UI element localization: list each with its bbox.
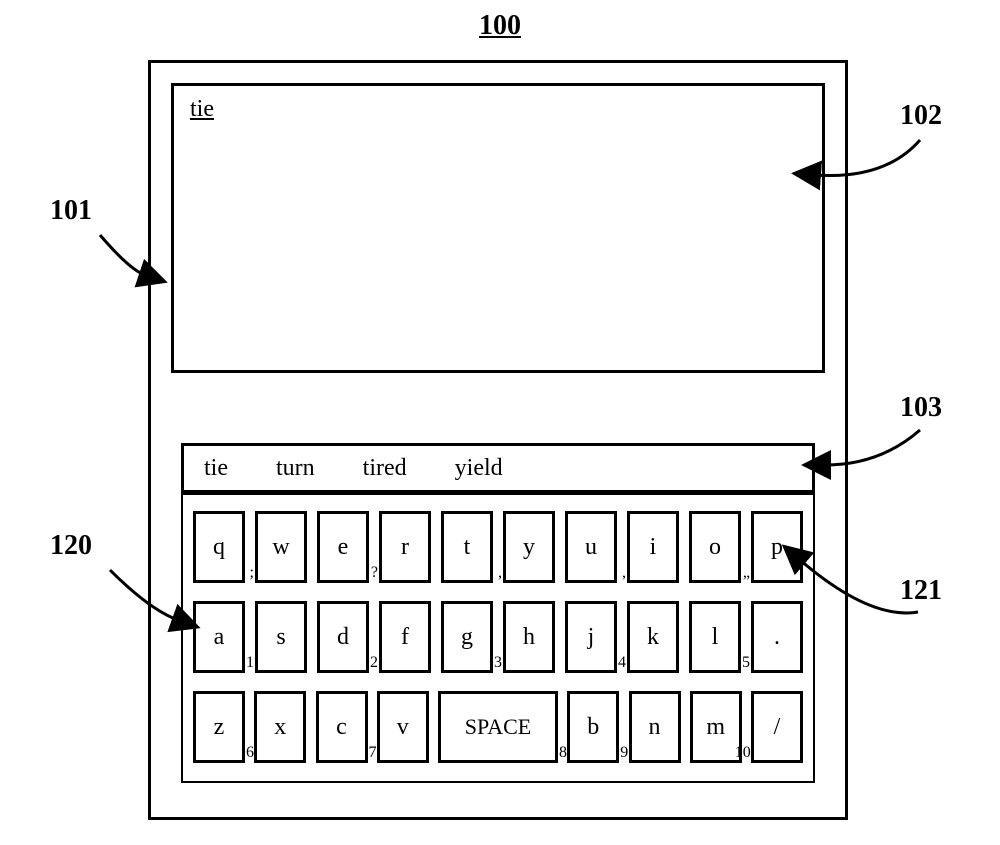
key-main-label: b xyxy=(587,714,599,741)
key-main-label: m xyxy=(706,714,725,741)
key-main-label: v xyxy=(397,714,409,741)
key-z[interactable]: z6 xyxy=(193,691,245,763)
callout-102: 102 xyxy=(900,100,942,132)
key-secondary-label: 6 xyxy=(246,744,254,762)
figure-stage: 100 tie tie turn tired yield q;we?rt,yu,… xyxy=(0,0,1000,845)
key-q[interactable]: q; xyxy=(193,511,245,583)
key-main-label: j xyxy=(588,624,595,651)
keyboard: q;we?rt,yu,io„p a1sd2fg3hj4kl5. z6xc7vSP… xyxy=(181,493,815,783)
key-main-label: d xyxy=(337,624,349,651)
key-main-label: c xyxy=(336,714,347,741)
key-u[interactable]: u, xyxy=(565,511,617,583)
key-main-label: y xyxy=(523,534,535,561)
key-space[interactable]: SPACE8 xyxy=(438,691,558,763)
key-main-label: n xyxy=(649,714,661,741)
keyboard-row-2: a1sd2fg3hj4kl5. xyxy=(193,601,803,673)
key-secondary-label: 8 xyxy=(559,744,567,762)
text-display-area[interactable]: tie xyxy=(171,83,825,373)
key-main-label: g xyxy=(461,624,473,651)
key-main-label: x xyxy=(274,714,286,741)
callout-121: 121 xyxy=(900,575,942,607)
key-n[interactable]: n xyxy=(629,691,681,763)
key-p[interactable]: p xyxy=(751,511,803,583)
suggestion-item[interactable]: tired xyxy=(363,455,407,482)
key-main-label: e xyxy=(338,534,349,561)
figure-number: 100 xyxy=(0,10,1000,42)
key-main-label: f xyxy=(401,624,409,651)
key-x[interactable]: x xyxy=(254,691,306,763)
key-w[interactable]: w xyxy=(255,511,307,583)
suggestion-item[interactable]: tie xyxy=(204,455,228,482)
keyboard-row-1: q;we?rt,yu,io„p xyxy=(193,511,803,583)
key-d[interactable]: d2 xyxy=(317,601,369,673)
key-secondary-label: 3 xyxy=(494,654,502,672)
key-secondary-label: 5 xyxy=(742,654,750,672)
key-b[interactable]: b9 xyxy=(567,691,619,763)
key-.[interactable]: . xyxy=(751,601,803,673)
suggestion-item[interactable]: turn xyxy=(276,455,315,482)
key-main-label: w xyxy=(272,534,289,561)
key-main-label: h xyxy=(523,624,535,651)
key-r[interactable]: r xyxy=(379,511,431,583)
key-y[interactable]: y xyxy=(503,511,555,583)
key-t[interactable]: t, xyxy=(441,511,493,583)
key-secondary-label: „ xyxy=(743,564,750,582)
key-main-label: r xyxy=(401,534,409,561)
keyboard-row-3: z6xc7vSPACE8b9nm10/ xyxy=(193,691,803,763)
device-outline: tie tie turn tired yield q;we?rt,yu,io„p… xyxy=(148,60,848,820)
suggestion-bar: tie turn tired yield xyxy=(181,443,815,493)
callout-103: 103 xyxy=(900,392,942,424)
key-main-label: SPACE xyxy=(465,714,531,740)
key-secondary-label: , xyxy=(498,564,502,582)
key-secondary-label: ? xyxy=(371,564,378,582)
key-k[interactable]: k xyxy=(627,601,679,673)
key-main-label: k xyxy=(647,624,659,651)
typed-text: tie xyxy=(190,96,214,122)
key-main-label: s xyxy=(276,624,285,651)
key-c[interactable]: c7 xyxy=(316,691,368,763)
key-main-label: p xyxy=(771,534,783,561)
key-main-label: o xyxy=(709,534,721,561)
key-main-label: a xyxy=(214,624,225,651)
key-main-label: u xyxy=(585,534,597,561)
key-secondary-label: 1 xyxy=(246,654,254,672)
suggestion-item[interactable]: yield xyxy=(455,455,503,482)
key-secondary-label: 10 xyxy=(735,744,751,762)
key-main-label: i xyxy=(650,534,657,561)
key-l[interactable]: l5 xyxy=(689,601,741,673)
key-f[interactable]: f xyxy=(379,601,431,673)
key-main-label: . xyxy=(774,624,780,651)
key-s[interactable]: s xyxy=(255,601,307,673)
key-secondary-label: ; xyxy=(250,564,254,582)
key-m[interactable]: m10 xyxy=(690,691,742,763)
key-g[interactable]: g3 xyxy=(441,601,493,673)
key-main-label: t xyxy=(464,534,471,561)
callout-120: 120 xyxy=(50,530,92,562)
key-main-label: / xyxy=(774,714,781,741)
callout-101: 101 xyxy=(50,195,92,227)
key-secondary-label: 4 xyxy=(618,654,626,672)
key-/[interactable]: / xyxy=(751,691,803,763)
key-j[interactable]: j4 xyxy=(565,601,617,673)
key-v[interactable]: v xyxy=(377,691,429,763)
key-secondary-label: 9 xyxy=(620,744,628,762)
key-secondary-label: 2 xyxy=(370,654,378,672)
key-h[interactable]: h xyxy=(503,601,555,673)
key-o[interactable]: o„ xyxy=(689,511,741,583)
key-i[interactable]: i xyxy=(627,511,679,583)
key-main-label: z xyxy=(214,714,225,741)
key-main-label: q xyxy=(213,534,225,561)
key-secondary-label: , xyxy=(622,564,626,582)
key-secondary-label: 7 xyxy=(369,744,377,762)
key-a[interactable]: a1 xyxy=(193,601,245,673)
key-e[interactable]: e? xyxy=(317,511,369,583)
key-main-label: l xyxy=(712,624,719,651)
